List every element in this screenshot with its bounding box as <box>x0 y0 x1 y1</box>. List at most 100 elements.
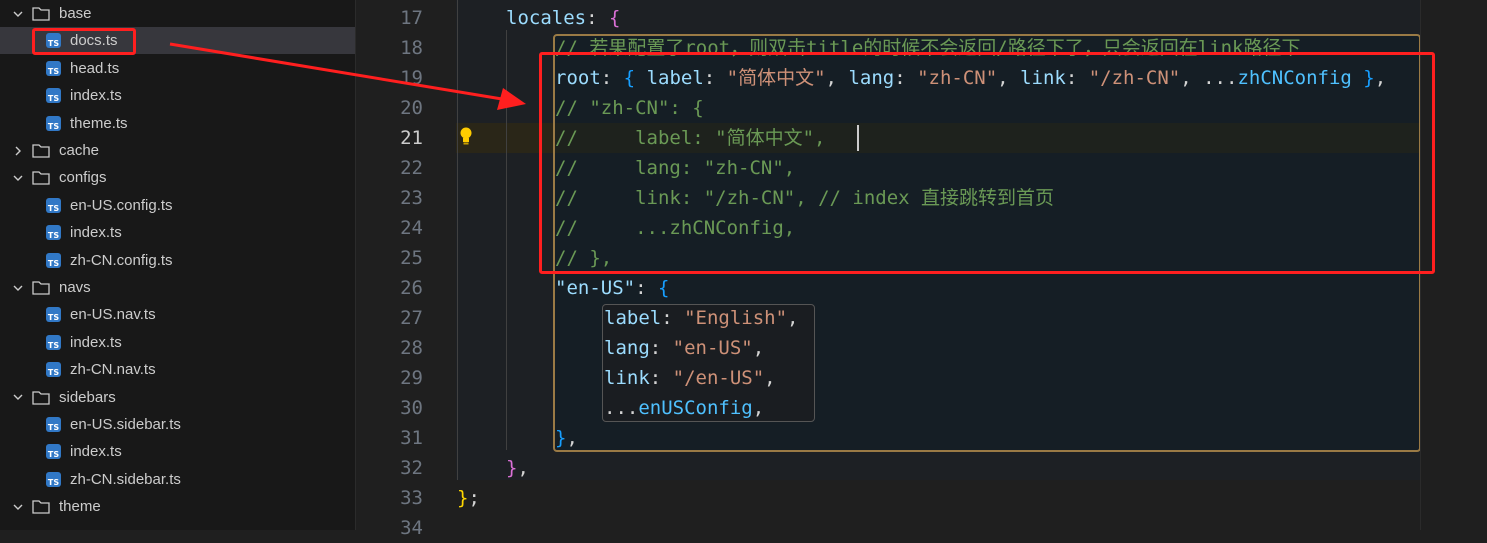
explorer-file[interactable]: TS en-US.config.ts <box>0 192 355 219</box>
lightbulb-icon[interactable] <box>458 126 474 146</box>
code-line[interactable]: link: "/en-US", <box>604 363 776 393</box>
code-token: : <box>586 7 609 29</box>
explorer-panel: base TS docs.ts TS head.ts TS index.ts TS theme.… <box>0 0 356 530</box>
explorer-item-label: index.ts <box>70 443 122 461</box>
explorer-file[interactable]: TS index.ts <box>0 219 355 246</box>
code-token: : <box>649 367 673 389</box>
explorer-item-label: index.ts <box>70 87 122 105</box>
line-number: 23 <box>400 187 423 209</box>
chevron-down-icon[interactable] <box>10 274 26 301</box>
code-token: , <box>752 337 765 359</box>
explorer-folder[interactable]: base <box>0 0 355 27</box>
code-line[interactable]: label: "English", <box>604 303 799 333</box>
explorer-folder[interactable]: configs <box>0 164 355 191</box>
code-token: enUSConfig <box>638 397 753 419</box>
line-number: 33 <box>400 487 423 509</box>
code-token: : <box>649 337 673 359</box>
code-line[interactable]: }; <box>457 483 480 513</box>
code-editor[interactable]: 17 locales: {18// 若果配置了root，则双击title的时候不会… <box>356 0 1487 539</box>
line-number: 17 <box>400 7 423 29</box>
explorer-file[interactable]: TS zh-CN.nav.ts <box>0 356 355 383</box>
code-line[interactable]: "en-US": { <box>555 273 669 303</box>
typescript-file-icon: TS <box>46 417 61 432</box>
explorer-item-label: theme.ts <box>70 114 128 132</box>
line-number: 28 <box>400 337 423 359</box>
line-number: 29 <box>400 367 423 389</box>
explorer-folder[interactable]: theme <box>0 493 355 520</box>
code-token: , <box>752 397 765 419</box>
line-number: 34 <box>400 517 423 539</box>
line-number: 25 <box>400 247 423 269</box>
chevron-down-icon[interactable] <box>10 164 26 191</box>
typescript-file-icon: TS <box>46 444 61 460</box>
folder-icon <box>32 0 52 27</box>
code-line[interactable]: }, <box>555 423 578 453</box>
code-line[interactable]: }, <box>506 453 529 483</box>
line-number: 24 <box>400 217 423 239</box>
typescript-file-icon: TS <box>46 362 61 378</box>
explorer-item-label: head.ts <box>70 59 120 77</box>
line-number: 18 <box>400 37 423 59</box>
typescript-file-icon: TS <box>46 471 61 487</box>
explorer-item-label: en-US.sidebar.ts <box>70 416 181 433</box>
code-token: "en-US" <box>555 277 636 299</box>
explorer-item-label: index.ts <box>70 224 122 242</box>
code-token: ; <box>468 487 480 509</box>
explorer-file[interactable]: TS index.ts <box>0 438 355 465</box>
code-token: link <box>604 367 650 389</box>
line-number: 19 <box>400 67 423 89</box>
explorer-item-label: index.ts <box>70 333 122 351</box>
explorer-file[interactable]: TS en-US.sidebar.ts <box>0 411 355 438</box>
explorer-item-label: theme <box>59 498 101 516</box>
folder-icon <box>32 274 52 301</box>
explorer-file[interactable]: TS en-US.nav.ts <box>0 301 355 328</box>
line-number: 32 <box>400 457 423 479</box>
chevron-right-icon[interactable] <box>10 137 26 164</box>
line-number: 31 <box>400 427 423 449</box>
typescript-file-icon: TS <box>46 252 61 268</box>
explorer-file[interactable]: TS index.ts <box>0 82 355 109</box>
code-token: : <box>635 277 658 299</box>
code-line[interactable]: ...enUSConfig, <box>604 393 764 423</box>
explorer-item-label: en-US.config.ts <box>70 196 173 214</box>
annotation-file-box <box>32 28 136 55</box>
line-number: 21 <box>400 127 423 149</box>
code-token: label <box>604 307 662 329</box>
typescript-file-icon: TS <box>46 225 61 241</box>
chevron-down-icon[interactable] <box>10 0 26 27</box>
explorer-item-label: configs <box>59 169 107 187</box>
explorer-folder[interactable]: cache <box>0 137 355 164</box>
explorer-file[interactable]: TS index.ts <box>0 329 355 356</box>
typescript-file-icon: TS <box>46 60 61 76</box>
explorer-file[interactable]: TS head.ts <box>0 55 355 82</box>
explorer-item-label: zh-CN.sidebar.ts <box>70 470 181 488</box>
code-token: { <box>608 7 621 29</box>
explorer-folder[interactable]: sidebars <box>0 384 355 411</box>
code-token: : <box>661 307 685 329</box>
code-line[interactable]: lang: "en-US", <box>604 333 764 363</box>
code-token: , <box>566 427 578 449</box>
explorer-item-label: navs <box>59 279 91 296</box>
typescript-file-icon: TS <box>46 307 61 323</box>
explorer-file[interactable]: TS theme.ts <box>0 110 355 137</box>
folder-icon <box>32 164 52 191</box>
explorer-file[interactable]: TS zh-CN.sidebar.ts <box>0 466 355 493</box>
explorer-file[interactable]: TS zh-CN.config.ts <box>0 247 355 274</box>
explorer-folder[interactable]: navs <box>0 274 355 301</box>
typescript-file-icon: TS <box>46 197 61 213</box>
chevron-down-icon[interactable] <box>10 384 26 411</box>
code-token: locales <box>506 7 587 29</box>
chevron-down-icon[interactable] <box>10 493 26 520</box>
annotation-highlight-box <box>539 52 1435 274</box>
explorer-item-label: en-US.nav.ts <box>70 306 156 324</box>
typescript-file-icon: TS <box>46 88 61 104</box>
code-token: } <box>555 427 567 449</box>
line-number: 30 <box>400 397 423 419</box>
explorer-item-label: sidebars <box>59 388 116 406</box>
code-token: "en-US" <box>672 337 753 359</box>
code-token: , <box>787 307 799 329</box>
code-token: "English" <box>684 307 788 329</box>
code-token: , <box>517 457 529 479</box>
code-line[interactable]: locales: { <box>506 3 620 33</box>
typescript-file-icon: TS <box>46 334 61 350</box>
